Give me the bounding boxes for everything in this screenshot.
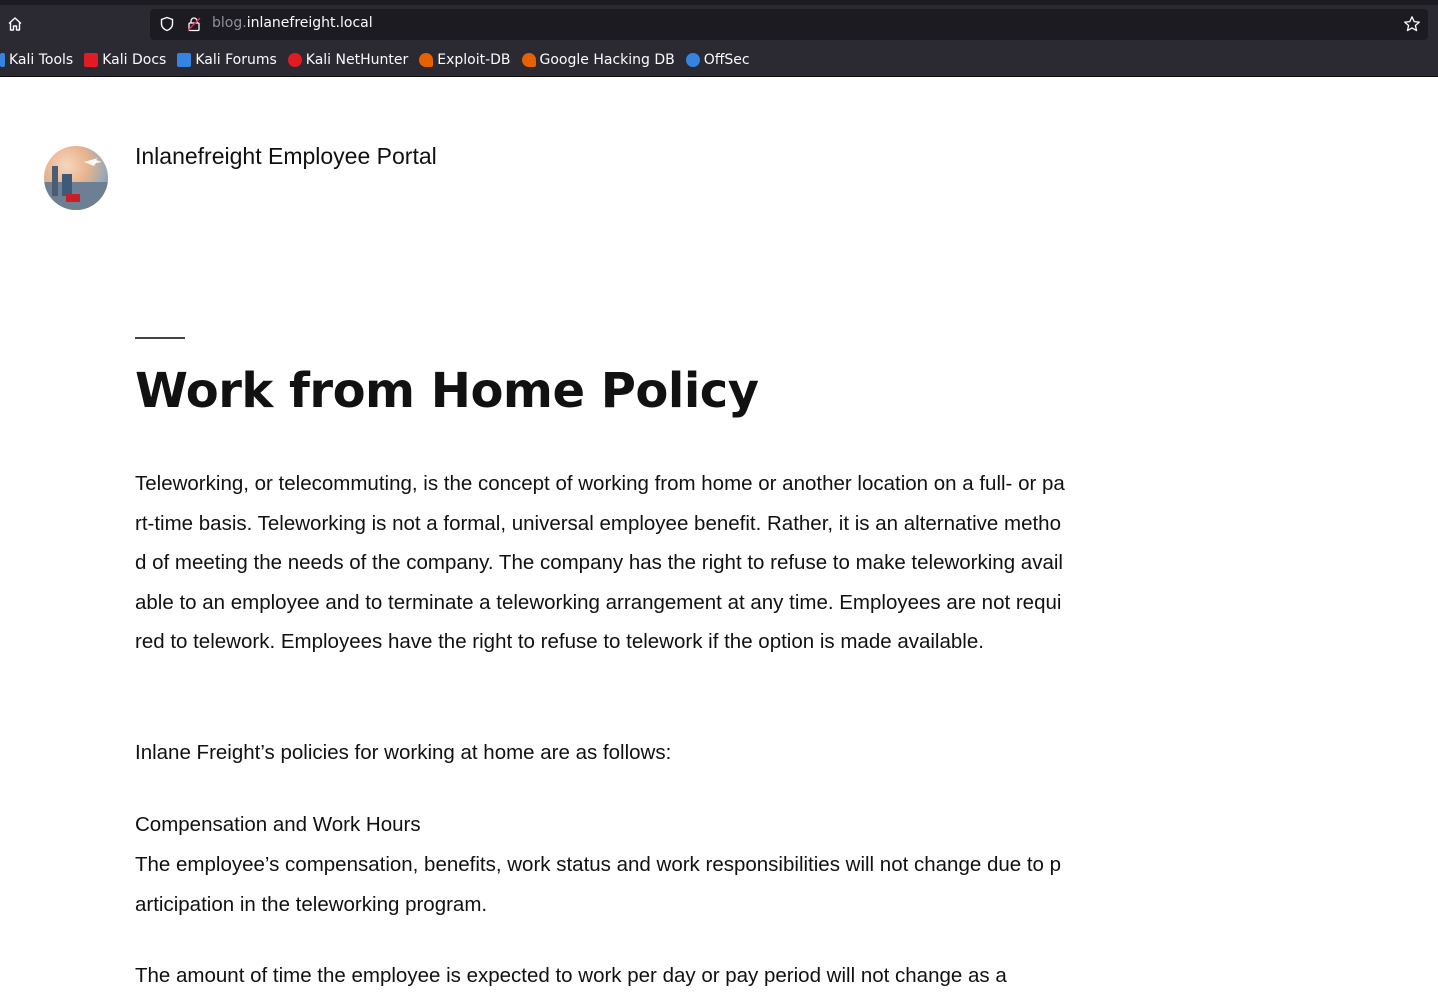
post-title: Work from Home Policy	[135, 363, 759, 419]
bookmark-label: Kali Tools	[9, 52, 74, 68]
post-paragraph-intro: Teleworking, or telecommuting, is the co…	[135, 472, 1065, 654]
logo-image	[44, 158, 108, 210]
url-text[interactable]: blog.inlanefreight.local	[212, 15, 373, 31]
home-icon	[8, 17, 22, 31]
bookmark-exploit-db[interactable]: Exploit-DB	[419, 52, 511, 68]
bookmark-google-hacking-db[interactable]: Google Hacking DB	[521, 52, 675, 68]
page-content: Inlanefreight Employee Portal Work from …	[0, 77, 1438, 999]
insecure-lock-icon[interactable]	[186, 16, 202, 32]
bookmark-kali-tools[interactable]: Kali Tools	[0, 52, 73, 68]
bookmark-label: Kali Forums	[195, 52, 277, 68]
kali-nethunter-icon	[287, 53, 302, 67]
post-paragraph-compensation: The employee’s compensation, benefits, w…	[135, 853, 1062, 916]
kali-dragon-icon	[0, 53, 5, 67]
bookmark-label: OffSec	[703, 52, 750, 68]
ghdb-icon	[521, 53, 536, 67]
browser-toolbar: blog.inlanefreight.local Kali Tools Kali…	[0, 0, 1438, 77]
kali-docs-icon	[84, 53, 99, 67]
url-subdomain: blog.	[212, 15, 247, 31]
bookmark-label: Kali NetHunter	[305, 52, 409, 68]
url-domain: inlanefreight.local	[246, 15, 373, 31]
site-title[interactable]: Inlanefreight Employee Portal	[135, 143, 437, 170]
address-bar[interactable]: blog.inlanefreight.local	[150, 9, 1428, 40]
bookmark-kali-forums[interactable]: Kali Forums	[177, 52, 277, 68]
bookmark-label: Exploit-DB	[437, 52, 511, 68]
bookmark-kali-docs[interactable]: Kali Docs	[84, 52, 166, 68]
home-button[interactable]	[4, 13, 26, 35]
post-paragraph-hours: The amount of time the employee is expec…	[135, 964, 1007, 987]
bookmark-kali-nethunter[interactable]: Kali NetHunter	[287, 52, 409, 68]
tab-strip	[0, 0, 1438, 5]
section-heading-compensation: Compensation and Work Hours	[135, 813, 421, 836]
bookmark-label: Kali Docs	[102, 52, 167, 68]
kali-forums-icon	[177, 53, 192, 67]
tracking-protection-shield-icon[interactable]	[159, 16, 175, 32]
title-separator	[135, 337, 185, 339]
bookmark-label: Google Hacking DB	[539, 52, 675, 68]
exploit-db-icon	[419, 53, 434, 67]
bookmarks-toolbar: Kali Tools Kali Docs Kali Forums Kali Ne…	[0, 47, 761, 73]
post-paragraph-policies: Inlane Freight’s policies for working at…	[135, 741, 672, 764]
site-logo[interactable]	[44, 146, 108, 210]
bookmark-offsec[interactable]: OffSec	[685, 52, 750, 68]
bookmark-star-icon[interactable]	[1403, 15, 1421, 33]
offsec-icon	[685, 53, 700, 67]
